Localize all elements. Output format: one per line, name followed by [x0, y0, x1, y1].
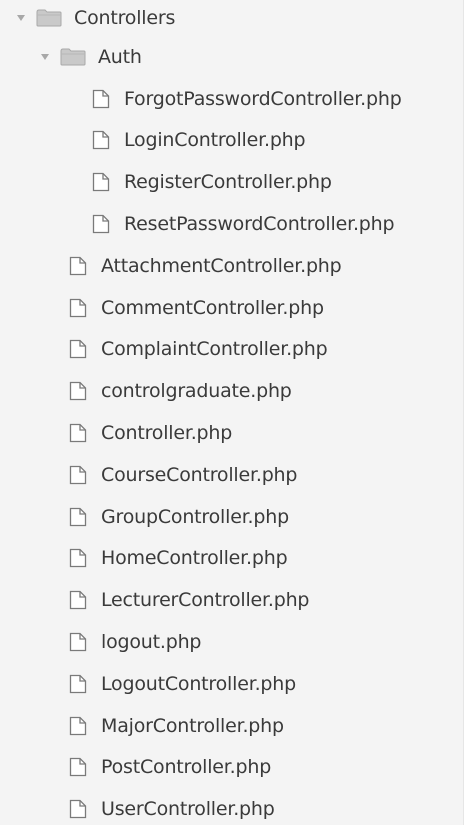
file-icon	[69, 256, 87, 276]
folder-icon	[36, 8, 64, 28]
file-tree: Controllers Auth ForgotPasswordControlle…	[0, 0, 463, 830]
file-icon	[69, 381, 87, 401]
file-icon	[69, 298, 87, 318]
file-item[interactable]: HomeController.php	[0, 538, 463, 580]
file-icon	[92, 172, 110, 192]
expand-arrow-icon[interactable]	[16, 13, 26, 23]
file-icon	[69, 716, 87, 736]
file-item[interactable]: CourseController.php	[0, 454, 463, 496]
expand-arrow-icon[interactable]	[40, 52, 50, 62]
file-item[interactable]: UserController.php	[0, 788, 463, 830]
file-icon	[69, 339, 87, 359]
file-icon	[69, 757, 87, 777]
file-item[interactable]: MajorController.php	[0, 705, 463, 747]
file-label: Controller.php	[101, 422, 233, 445]
file-label: LogoutController.php	[101, 672, 296, 695]
file-icon	[69, 548, 87, 568]
folder-controllers[interactable]: Controllers	[0, 0, 463, 36]
file-item[interactable]: ComplaintController.php	[0, 329, 463, 371]
file-icon	[69, 590, 87, 610]
file-icon	[92, 130, 110, 150]
file-label: AttachmentController.php	[101, 254, 342, 277]
file-label: ForgotPasswordController.php	[124, 87, 402, 110]
file-item[interactable]: LecturerController.php	[0, 579, 463, 621]
file-explorer-panel: Controllers Auth ForgotPasswordControlle…	[0, 0, 464, 825]
file-icon	[92, 214, 110, 234]
file-label: UserController.php	[101, 798, 275, 821]
file-item[interactable]: LoginController.php	[0, 120, 463, 162]
file-label: LecturerController.php	[101, 589, 310, 612]
folder-label: Auth	[98, 45, 142, 68]
file-icon	[69, 674, 87, 694]
file-label: RegisterController.php	[124, 171, 332, 194]
file-icon	[92, 89, 110, 109]
file-label: controlgraduate.php	[101, 380, 292, 403]
file-label: ComplaintController.php	[101, 338, 328, 361]
file-item[interactable]: Controller.php	[0, 412, 463, 454]
file-item[interactable]: PostController.php	[0, 747, 463, 789]
file-icon	[69, 799, 87, 819]
folder-auth[interactable]: Auth	[0, 36, 463, 78]
file-label: HomeController.php	[101, 547, 288, 570]
file-label: ResetPasswordController.php	[124, 213, 395, 236]
file-item[interactable]: ForgotPasswordController.php	[0, 78, 463, 120]
file-item[interactable]: logout.php	[0, 621, 463, 663]
file-item[interactable]: GroupController.php	[0, 496, 463, 538]
file-icon	[69, 507, 87, 527]
file-item[interactable]: AttachmentController.php	[0, 245, 463, 287]
file-item[interactable]: RegisterController.php	[0, 161, 463, 203]
file-item[interactable]: controlgraduate.php	[0, 370, 463, 412]
file-icon	[69, 423, 87, 443]
file-label: PostController.php	[101, 756, 272, 779]
file-label: LoginController.php	[124, 129, 306, 152]
file-label: CommentController.php	[101, 296, 324, 319]
file-item[interactable]: LogoutController.php	[0, 663, 463, 705]
file-item[interactable]: CommentController.php	[0, 287, 463, 329]
file-icon	[69, 632, 87, 652]
file-label: GroupController.php	[101, 505, 289, 528]
file-label: CourseController.php	[101, 463, 298, 486]
file-label: logout.php	[101, 631, 202, 654]
folder-icon	[60, 47, 88, 67]
folder-label: Controllers	[74, 7, 176, 29]
file-icon	[69, 465, 87, 485]
file-item[interactable]: ResetPasswordController.php	[0, 203, 463, 245]
file-label: MajorController.php	[101, 714, 284, 737]
